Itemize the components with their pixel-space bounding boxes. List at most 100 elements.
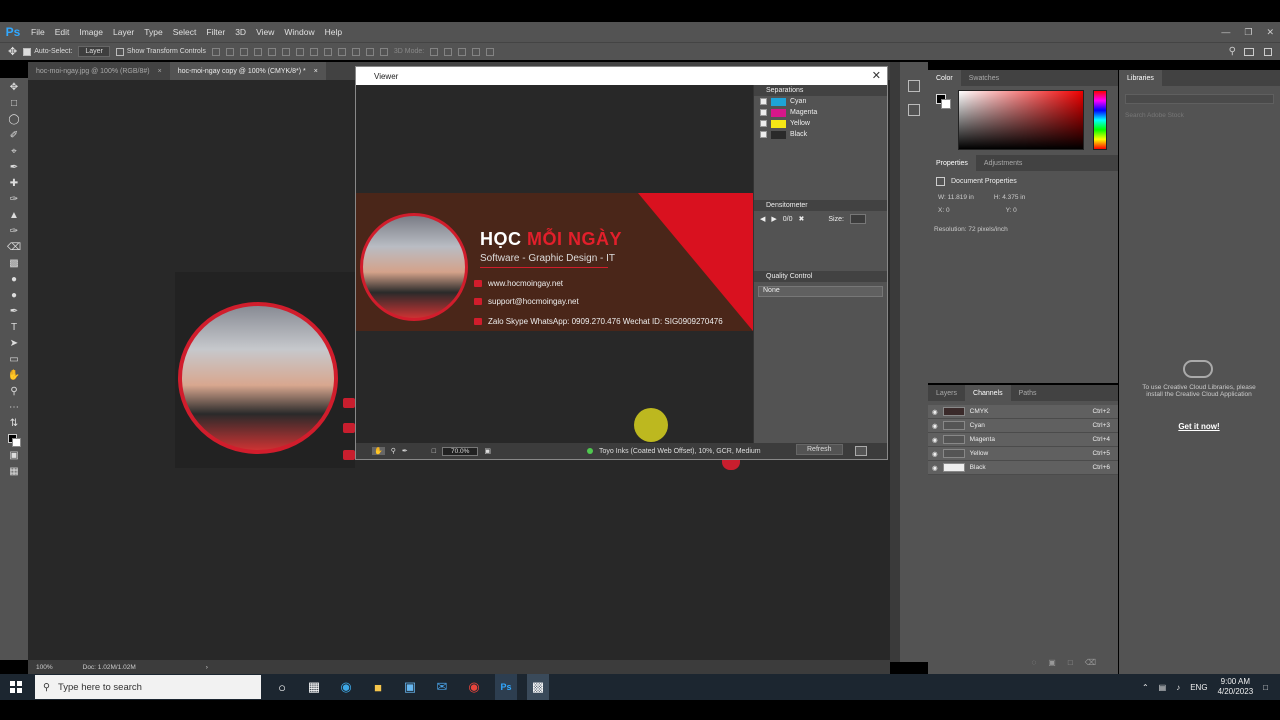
tab-cmyk-document[interactable]: hoc-moi-ngay copy @ 100% (CMYK/8*) * ×	[169, 62, 326, 80]
search-icon[interactable]: ⚲	[1229, 46, 1236, 57]
distribute-left-icon[interactable]	[337, 47, 346, 56]
close-icon[interactable]: ✕	[1266, 27, 1274, 38]
3d-scale-icon[interactable]	[486, 47, 495, 56]
hue-slider[interactable]	[1093, 90, 1107, 150]
properties-icon[interactable]	[908, 104, 920, 116]
menu-filter[interactable]: Filter	[201, 27, 230, 37]
eye-icon[interactable]: ◉	[932, 450, 938, 458]
hand-tool-icon[interactable]: ✋	[7, 370, 21, 382]
eye-icon[interactable]: ◉	[932, 422, 938, 430]
close-tab-icon[interactable]: ×	[314, 68, 318, 75]
swap-colors-icon[interactable]: ⇅	[7, 418, 21, 430]
restore-icon[interactable]: ❐	[1244, 27, 1252, 38]
get-it-now-link[interactable]: Get it now!	[1139, 422, 1259, 431]
next-icon[interactable]: ▶	[771, 215, 776, 223]
volume-icon[interactable]: ♪	[1176, 683, 1180, 692]
shape-tool-icon[interactable]: ▭	[7, 354, 21, 366]
3d-roll-icon[interactable]	[444, 47, 453, 56]
quick-select-tool-icon[interactable]: ✐	[7, 130, 21, 142]
share-icon[interactable]	[1264, 47, 1272, 56]
notification-icon[interactable]: □	[1263, 683, 1268, 692]
close-tab-icon[interactable]: ×	[158, 68, 162, 75]
eye-icon[interactable]: ◉	[932, 436, 938, 444]
checkbox-icon[interactable]	[760, 120, 767, 127]
status-arrow-icon[interactable]: ›	[206, 664, 208, 671]
channel-row-yellow[interactable]: ◉ Yellow Ctrl+5	[928, 447, 1118, 461]
align-left-icon[interactable]	[253, 47, 262, 56]
eyedropper-tool-icon[interactable]: ✒	[7, 162, 21, 174]
distribute-top-icon[interactable]	[295, 47, 304, 56]
history-brush-icon[interactable]: ✑	[7, 226, 21, 238]
save-selection-icon[interactable]: ▣	[1048, 658, 1056, 667]
layer-dropdown[interactable]: Layer	[78, 46, 110, 57]
path-select-tool-icon[interactable]: ➤	[7, 338, 21, 350]
zoom-level-field[interactable]: 70.0%	[441, 446, 479, 456]
status-zoom[interactable]: 100%	[36, 664, 53, 671]
stock-search[interactable]: Search Adobe Stock	[1125, 112, 1274, 119]
history-icon[interactable]	[908, 80, 920, 92]
library-select[interactable]	[1125, 94, 1274, 104]
height-value[interactable]: H: 4.375 in	[994, 194, 1025, 201]
separation-yellow[interactable]: Yellow	[754, 118, 887, 129]
tab-swatches[interactable]: Swatches	[961, 70, 1007, 86]
auto-select-checkbox[interactable]: Auto-Select:	[23, 47, 72, 56]
move-tool-icon[interactable]: ✥	[7, 82, 21, 94]
menu-help[interactable]: Help	[320, 27, 347, 37]
move-tool-icon[interactable]: ✥	[8, 45, 17, 58]
screen-mode-icon[interactable]: ▦	[7, 466, 21, 478]
brush-tool-icon[interactable]: ✑	[7, 194, 21, 206]
viewer-titlebar[interactable]: Viewer ✕	[356, 67, 887, 85]
task-view-icon[interactable]: ▦	[303, 674, 325, 700]
zoom-in-icon[interactable]: ▣	[484, 447, 491, 455]
network-icon[interactable]: ▤	[1159, 683, 1167, 692]
dodge-tool-icon[interactable]: ●	[7, 290, 21, 302]
blur-tool-icon[interactable]: ●	[7, 274, 21, 286]
file-explorer-icon[interactable]: ■	[367, 674, 389, 700]
chrome-icon[interactable]: ◉	[463, 674, 485, 700]
eye-icon[interactable]: ◉	[932, 464, 938, 472]
zoom-out-icon[interactable]: □	[432, 448, 436, 455]
tab-color[interactable]: Color	[928, 70, 961, 86]
menu-3d[interactable]: 3D	[230, 27, 251, 37]
separation-cyan[interactable]: Cyan	[754, 96, 887, 107]
y-value[interactable]: Y: 0	[1006, 207, 1017, 214]
prev-icon[interactable]: ◀	[760, 215, 765, 223]
viewer-preview[interactable]: HỌC MỖI NGÀY Software - Graphic Design -…	[356, 85, 753, 443]
distribute-bottom-icon[interactable]	[323, 47, 332, 56]
workspace-icon[interactable]	[1244, 47, 1254, 56]
channel-row-magenta[interactable]: ◉ Magenta Ctrl+4	[928, 433, 1118, 447]
distribute-center-icon[interactable]	[351, 47, 360, 56]
language-indicator[interactable]: ENG	[1190, 683, 1207, 692]
show-transform-checkbox[interactable]: Show Transform Controls	[115, 47, 206, 56]
align-middle-icon[interactable]	[225, 47, 234, 56]
eye-icon[interactable]: ◉	[932, 408, 938, 416]
taskbar-search[interactable]: ⚲ Type here to search	[35, 675, 261, 699]
menu-window[interactable]: Window	[279, 27, 319, 37]
menu-image[interactable]: Image	[74, 27, 108, 37]
menu-edit[interactable]: Edit	[50, 27, 75, 37]
background-swatch[interactable]	[941, 99, 951, 109]
menu-view[interactable]: View	[251, 27, 279, 37]
align-bottom-icon[interactable]	[239, 47, 248, 56]
width-value[interactable]: W: 11.819 in	[938, 194, 974, 201]
mail-icon[interactable]: ✉	[431, 674, 453, 700]
quality-control-header[interactable]: Quality Control	[754, 271, 887, 282]
align-top-icon[interactable]	[211, 47, 220, 56]
zoom-tool-icon[interactable]: ⚲	[7, 386, 21, 398]
pen-tool-icon[interactable]: ✒	[7, 306, 21, 318]
3d-slide-icon[interactable]	[472, 47, 481, 56]
zoom-tool-icon[interactable]: ⚲	[391, 447, 396, 455]
tab-rgb-document[interactable]: hoc-moi-ngay.jpg @ 100% (RGB/8#) ×	[28, 62, 170, 80]
edge-icon[interactable]: ◉	[335, 674, 357, 700]
separation-magenta[interactable]: Magenta	[754, 107, 887, 118]
3d-rotate-icon[interactable]	[430, 47, 439, 56]
clock[interactable]: 9:00 AM 4/20/2023	[1218, 677, 1254, 697]
x-value[interactable]: X: 0	[938, 207, 950, 214]
photoshop-taskbar-icon[interactable]: Ps	[495, 674, 517, 700]
menu-type[interactable]: Type	[139, 27, 167, 37]
more-tools-icon[interactable]: ⋯	[7, 402, 21, 414]
align-right-icon[interactable]	[281, 47, 290, 56]
color-swatches-icon[interactable]	[7, 434, 21, 447]
trash-icon[interactable]: ⌫	[1085, 658, 1096, 667]
tab-paths[interactable]: Paths	[1011, 385, 1045, 401]
